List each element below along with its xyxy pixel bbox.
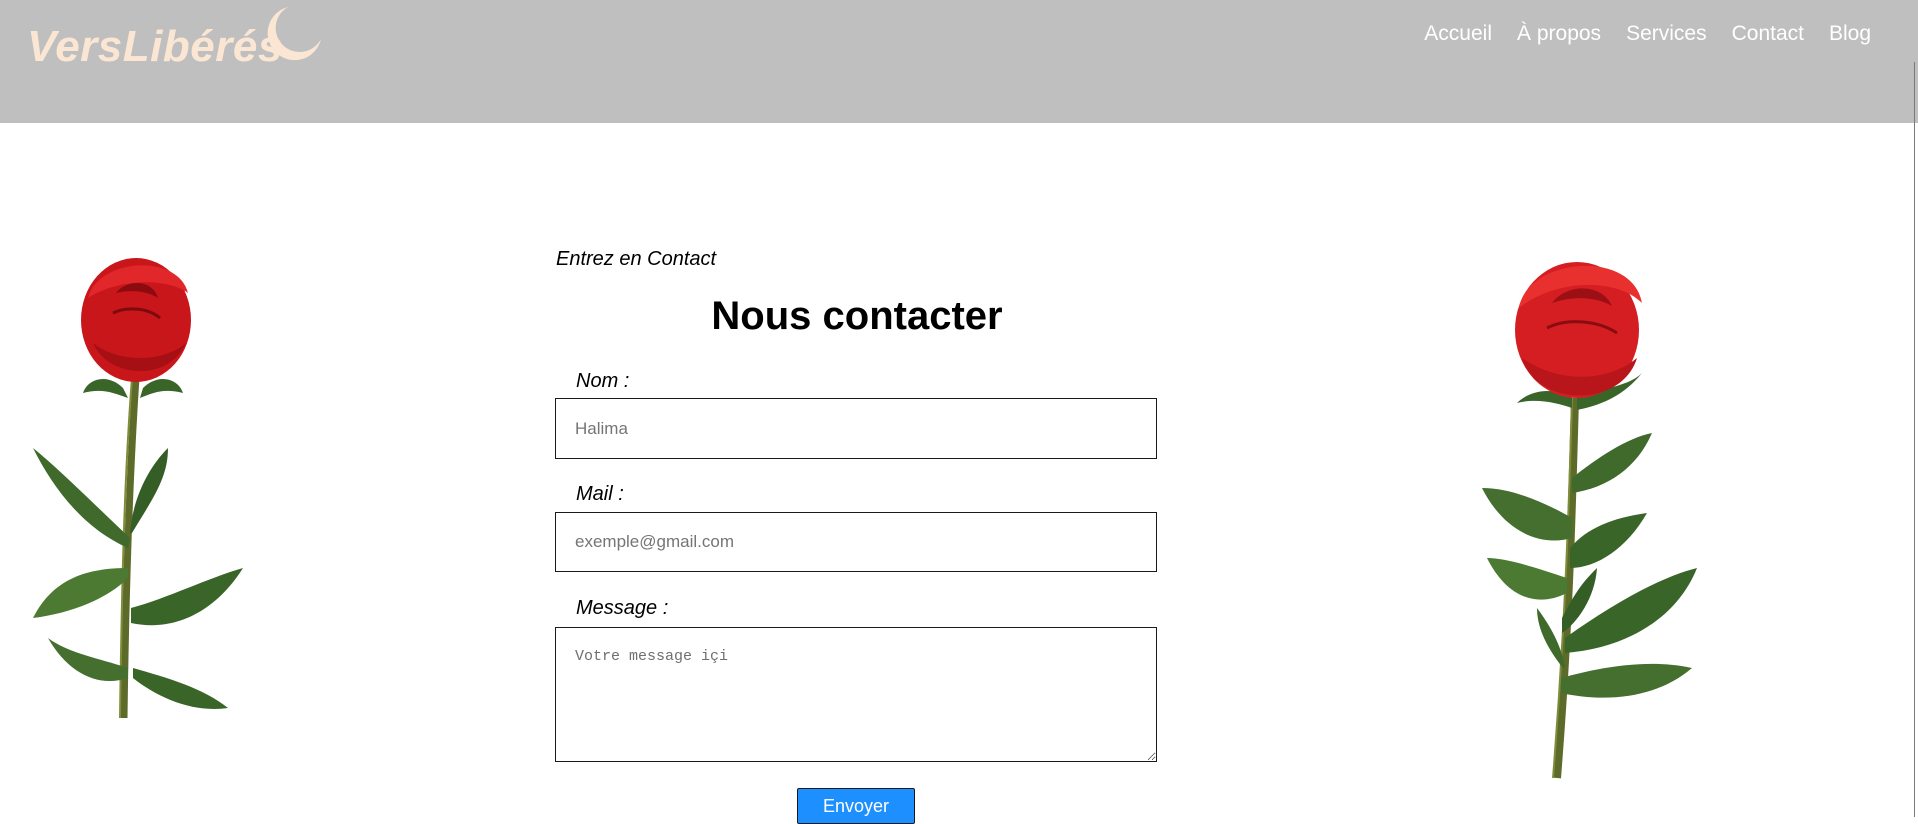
nav-accueil[interactable]: Accueil <box>1424 22 1492 46</box>
message-field[interactable] <box>555 627 1157 762</box>
submit-button[interactable]: Envoyer <box>797 788 915 824</box>
name-field[interactable] <box>555 398 1157 459</box>
email-field[interactable] <box>555 512 1157 572</box>
nav-contact[interactable]: Contact <box>1732 22 1804 46</box>
contact-kicker: Entrez en Contact <box>556 248 717 270</box>
rose-image-left <box>33 258 243 719</box>
page-title: Nous contacter <box>711 294 1003 338</box>
nav-blog[interactable]: Blog <box>1829 22 1871 46</box>
site-header: VersLibérés Accueil À propos Services Co… <box>0 0 1918 123</box>
nav-services[interactable]: Services <box>1626 22 1707 46</box>
crescent-moon-icon <box>267 7 321 61</box>
message-label: Message : <box>576 597 669 619</box>
rose-image-right <box>1482 262 1697 779</box>
main-nav: Accueil À propos Services Contact Blog <box>1424 22 1871 46</box>
name-label: Nom : <box>576 370 630 392</box>
scrollbar-edge[interactable] <box>1914 62 1915 817</box>
mail-label: Mail : <box>576 483 624 505</box>
logo-text[interactable]: VersLibérés <box>27 22 283 72</box>
nav-a-propos[interactable]: À propos <box>1517 22 1601 46</box>
